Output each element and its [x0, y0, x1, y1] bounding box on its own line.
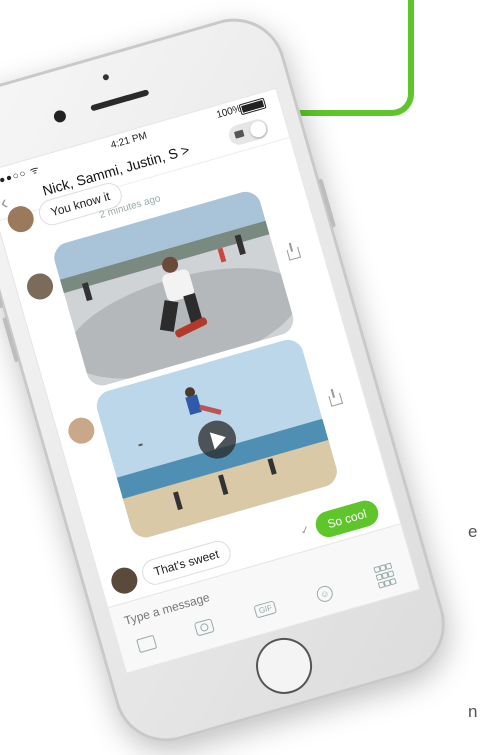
page-text-fragment: n [468, 702, 478, 721]
grid-icon [373, 562, 397, 589]
camera-button[interactable] [193, 618, 215, 637]
read-receipt-icon: ✓ [299, 523, 312, 538]
avatar[interactable] [65, 414, 98, 447]
power-button [318, 178, 336, 228]
phone-mockup: ●●●○○ ᯤ 4:21 PM 100% ‹ Nick, Sammi, Just… [0, 6, 458, 754]
front-camera [52, 108, 68, 124]
phone-body: ●●●○○ ᯤ 4:21 PM 100% ‹ Nick, Sammi, Just… [0, 6, 458, 754]
home-button[interactable] [249, 631, 319, 701]
avatar[interactable] [108, 564, 141, 597]
video-call-toggle[interactable] [226, 116, 271, 148]
gif-button[interactable]: GIF [253, 600, 278, 619]
gallery-button[interactable] [136, 634, 158, 654]
video-camera-icon [233, 129, 245, 139]
image-icon [136, 634, 158, 654]
share-icon[interactable] [286, 246, 302, 261]
avatar[interactable] [23, 270, 57, 303]
share-icon[interactable] [328, 392, 344, 407]
apps-button[interactable] [373, 562, 397, 589]
volume-down-button [2, 316, 19, 363]
app-screen: ●●●○○ ᯤ 4:21 PM 100% ‹ Nick, Sammi, Just… [0, 87, 421, 674]
emoji-icon: ☺ [314, 583, 335, 604]
camera-icon [193, 618, 215, 637]
volume-up-button [0, 263, 4, 309]
earpiece-speaker [90, 89, 150, 112]
sensor-dot [102, 73, 110, 81]
emoji-button[interactable]: ☺ [314, 583, 335, 604]
gif-icon: GIF [253, 600, 278, 619]
page-text-fragment: e [468, 522, 478, 541]
toggle-knob [248, 119, 269, 140]
